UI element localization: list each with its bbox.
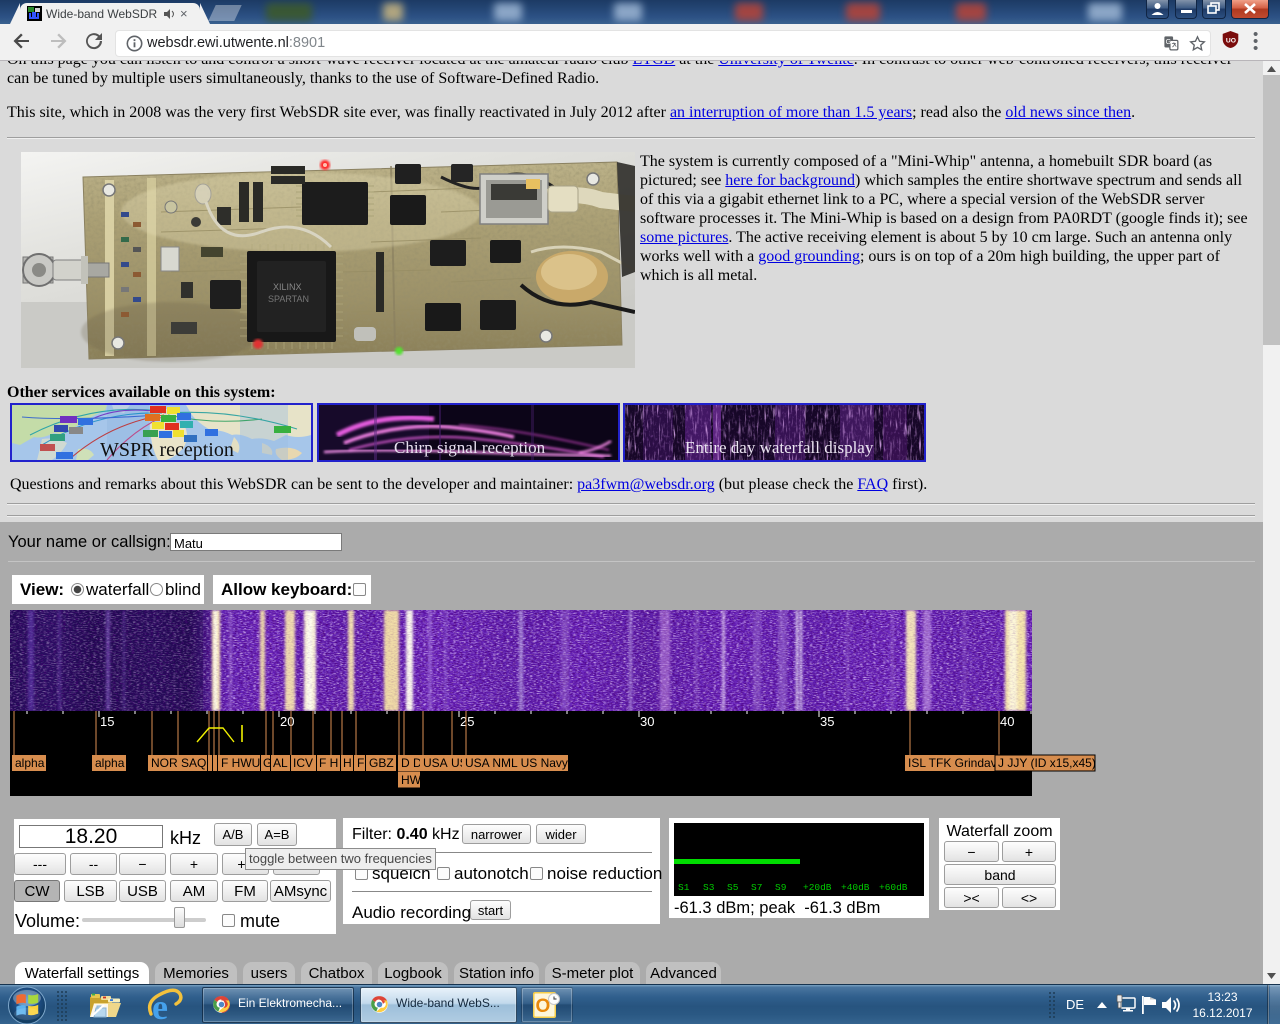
svg-text:GBZ: GBZ — [369, 756, 394, 770]
svg-text:alpha: alpha — [95, 756, 125, 770]
svg-text:J JJY (ID x15,x45): J JJY (ID x15,x45) — [998, 756, 1096, 770]
svg-text:D D: D D — [401, 756, 422, 770]
svg-text:20: 20 — [280, 714, 294, 729]
svg-text:XILINX: XILINX — [273, 282, 302, 292]
svg-text:AL: AL — [273, 756, 288, 770]
svg-text:alpha: alpha — [15, 756, 45, 770]
svg-text:F H: F H — [319, 756, 338, 770]
svg-text:25: 25 — [460, 714, 474, 729]
svg-text:30: 30 — [640, 714, 654, 729]
svg-text:SPARTAN: SPARTAN — [268, 294, 309, 304]
svg-text:SAQ: SAQ — [181, 756, 206, 770]
svg-text:Entire day waterfall display: Entire day waterfall display — [685, 438, 874, 457]
svg-text:ISL TFK Grindav: ISL TFK Grindav — [908, 756, 997, 770]
svg-text:USA: USA — [423, 756, 448, 770]
svg-text:F: F — [357, 756, 364, 770]
svg-text:40: 40 — [1000, 714, 1014, 729]
svg-text:UO: UO — [1226, 37, 1236, 44]
svg-text:HW: HW — [401, 773, 422, 787]
svg-text:NOR: NOR — [151, 756, 178, 770]
svg-text:15: 15 — [100, 714, 114, 729]
svg-text:WSPR reception: WSPR reception — [100, 439, 234, 460]
svg-text:F HWU: F HWU — [221, 756, 260, 770]
svg-text:H: H — [343, 756, 352, 770]
svg-text:Chirp signal reception: Chirp signal reception — [394, 438, 546, 457]
svg-text:ICV: ICV — [293, 756, 313, 770]
svg-text:G: G — [263, 756, 272, 770]
svg-text:USA NML US Navy: USA NML US Navy — [465, 756, 568, 770]
svg-text:35: 35 — [820, 714, 834, 729]
svg-text:G: G — [1166, 38, 1172, 46]
